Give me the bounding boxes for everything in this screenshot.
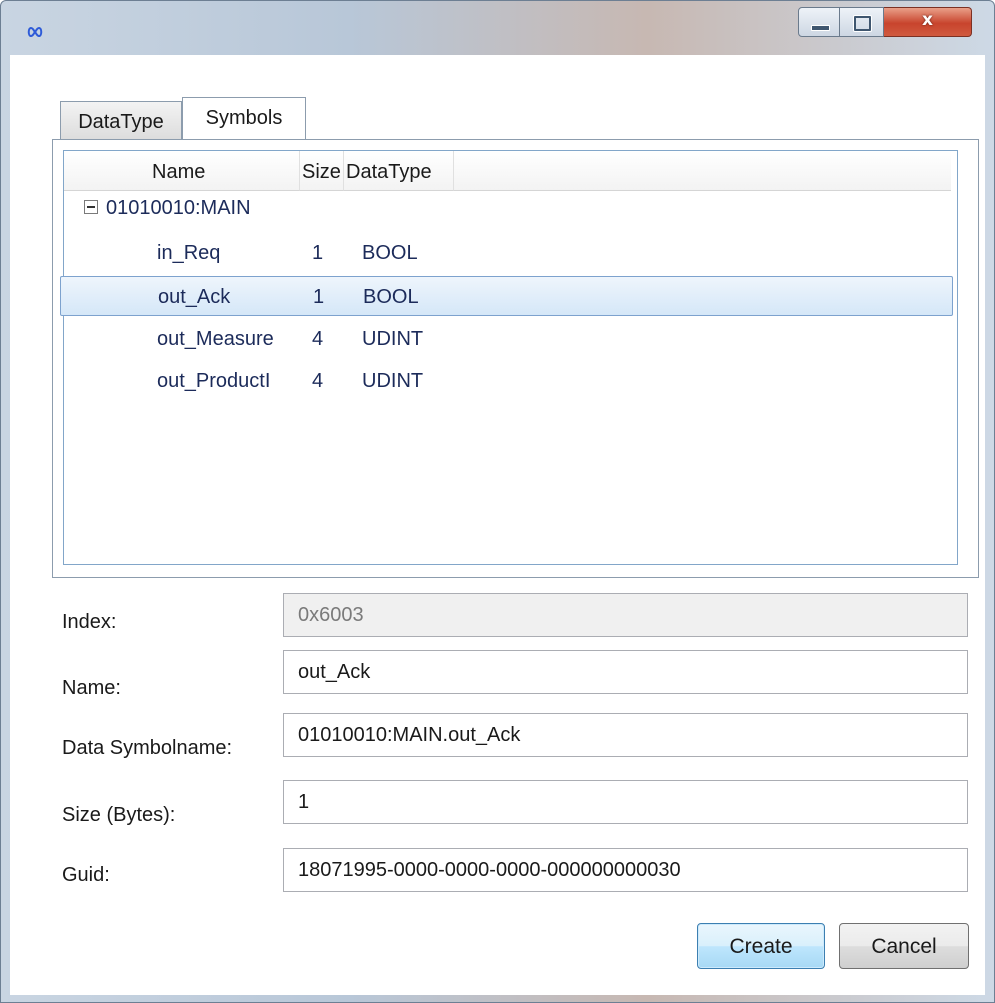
- maximize-icon: [854, 16, 871, 31]
- tree-row[interactable]: in_Req 1 BOOL: [64, 233, 949, 273]
- minimize-icon: [811, 25, 830, 31]
- column-header-filler: [454, 151, 951, 191]
- symbol-size: 1: [312, 242, 324, 264]
- guid-field[interactable]: 18071995-0000-0000-0000-000000000030: [283, 848, 968, 892]
- column-header-name[interactable]: Name: [64, 151, 300, 191]
- dialog-client-area: DataType Symbols Name Size DataType 0101…: [10, 55, 985, 995]
- dialog-window: x DataType Symbols Name Size DataType 01…: [0, 0, 995, 1003]
- symbol-datatype: BOOL: [363, 286, 419, 308]
- maximize-button[interactable]: [840, 7, 884, 37]
- symbol-datatype: BOOL: [362, 242, 418, 264]
- close-button[interactable]: x: [884, 7, 972, 37]
- symbols-tree[interactable]: Name Size DataType 01010010:MAIN in_Req …: [60, 150, 958, 565]
- tree-root-node[interactable]: 01010010:MAIN: [84, 197, 251, 220]
- tree-row[interactable]: out_ProductI 4 UDINT: [64, 361, 949, 401]
- symbols-tab-panel: Name Size DataType 01010010:MAIN in_Req …: [52, 139, 979, 578]
- index-label: Index:: [62, 611, 117, 633]
- guid-label: Guid:: [62, 864, 110, 886]
- create-button[interactable]: Create: [697, 923, 825, 969]
- symbol-size: 4: [312, 328, 324, 350]
- title-bar[interactable]: x: [1, 1, 994, 55]
- collapse-icon[interactable]: [84, 199, 98, 214]
- tree-row-selected[interactable]: out_Ack 1 BOOL: [60, 276, 953, 316]
- close-icon: x: [922, 10, 933, 30]
- tab-datatype[interactable]: DataType: [60, 101, 182, 141]
- symbol-size: 4: [312, 370, 324, 392]
- symbol-name: out_ProductI: [157, 370, 271, 392]
- data-symbolname-label: Data Symbolname:: [62, 737, 233, 759]
- symbol-name: out_Measure: [157, 328, 274, 350]
- size-bytes-label: Size (Bytes):: [62, 804, 176, 826]
- symbol-size: 1: [313, 286, 325, 308]
- tree-root-label: 01010010:MAIN: [106, 197, 251, 219]
- size-bytes-field[interactable]: 1: [283, 780, 968, 824]
- symbol-name: in_Req: [157, 242, 221, 264]
- column-header-size[interactable]: Size: [300, 151, 344, 191]
- symbol-datatype: UDINT: [362, 328, 424, 350]
- name-label: Name:: [62, 677, 121, 699]
- data-symbolname-field[interactable]: 01010010:MAIN.out_Ack: [283, 713, 968, 757]
- tab-symbols[interactable]: Symbols: [182, 97, 306, 143]
- infinity-icon: [27, 27, 43, 37]
- cancel-button[interactable]: Cancel: [839, 923, 969, 969]
- index-field: 0x6003: [283, 593, 968, 637]
- column-header-datatype[interactable]: DataType: [344, 151, 454, 191]
- symbol-name: out_Ack: [158, 286, 231, 308]
- name-field[interactable]: out_Ack: [283, 650, 968, 694]
- minimize-button[interactable]: [798, 7, 840, 37]
- symbol-datatype: UDINT: [362, 370, 424, 392]
- tree-row[interactable]: out_Measure 4 UDINT: [64, 319, 949, 359]
